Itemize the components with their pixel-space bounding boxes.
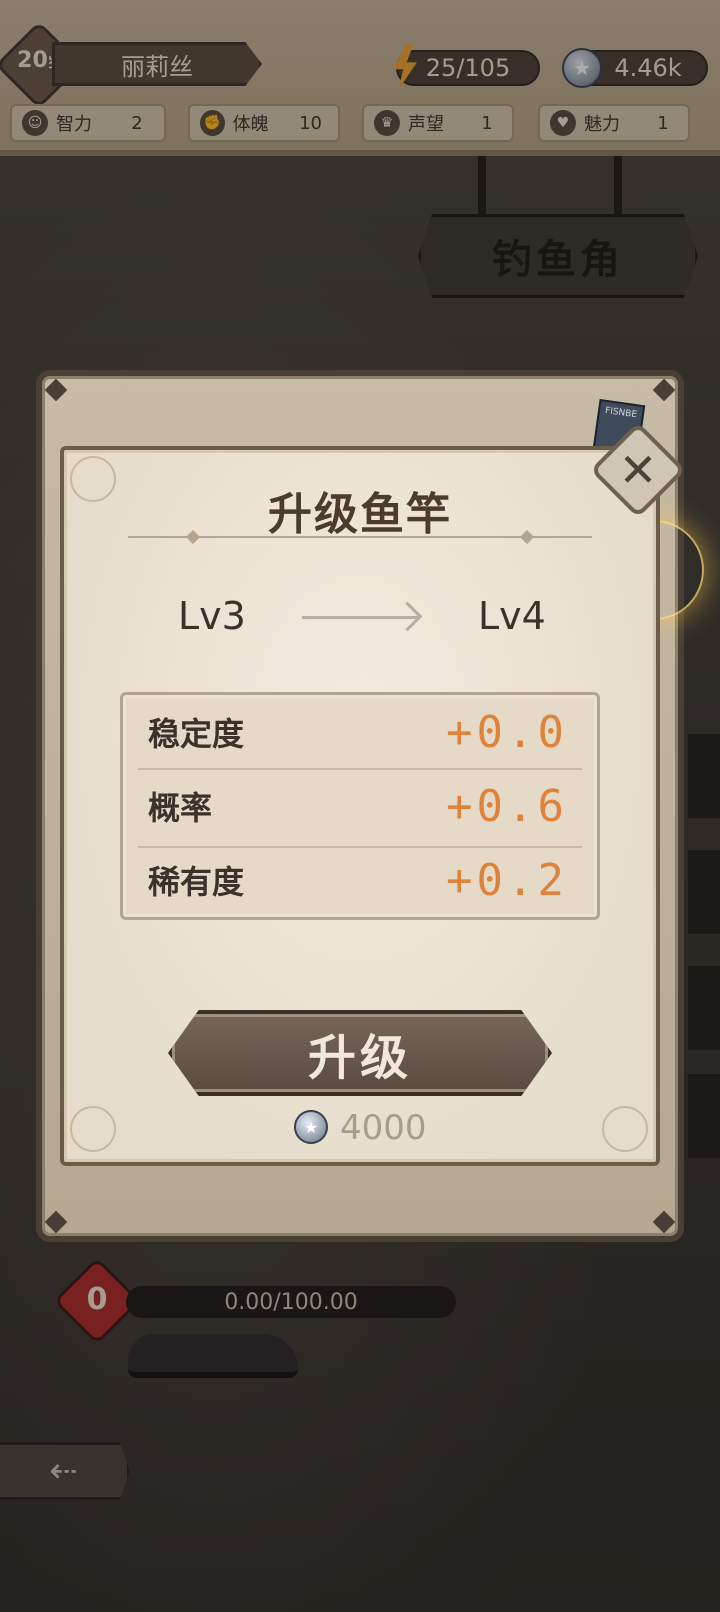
stat-row-stability: 稳定度 +0.0 [148,702,568,762]
stat-name: 稀有度 [148,863,245,901]
upgrade-button[interactable]: 升级 [168,1010,552,1096]
scroll-ornament [70,1106,116,1152]
row-divider [138,768,582,770]
stat-name: 概率 [148,789,213,827]
current-level: Lv3 [178,594,246,638]
stat-bonus: +0.6 [446,780,568,832]
stat-row-rarity: 稀有度 +0.2 [148,850,568,910]
stat-row-probability: 概率 +0.6 [148,776,568,836]
right-arrow-icon [302,616,418,619]
dialog-title: 升级鱼竿 [268,489,452,540]
next-level: Lv4 [478,594,546,638]
upgrade-cost: 4000 [340,1108,427,1148]
row-divider [138,846,582,848]
scroll-ornament [602,1106,648,1152]
title-divider [128,536,592,538]
stat-bonus: +0.2 [446,854,568,906]
coin-icon: ★ [294,1110,328,1144]
stat-bonus: +0.0 [446,706,568,758]
stat-name: 稳定度 [148,715,245,753]
